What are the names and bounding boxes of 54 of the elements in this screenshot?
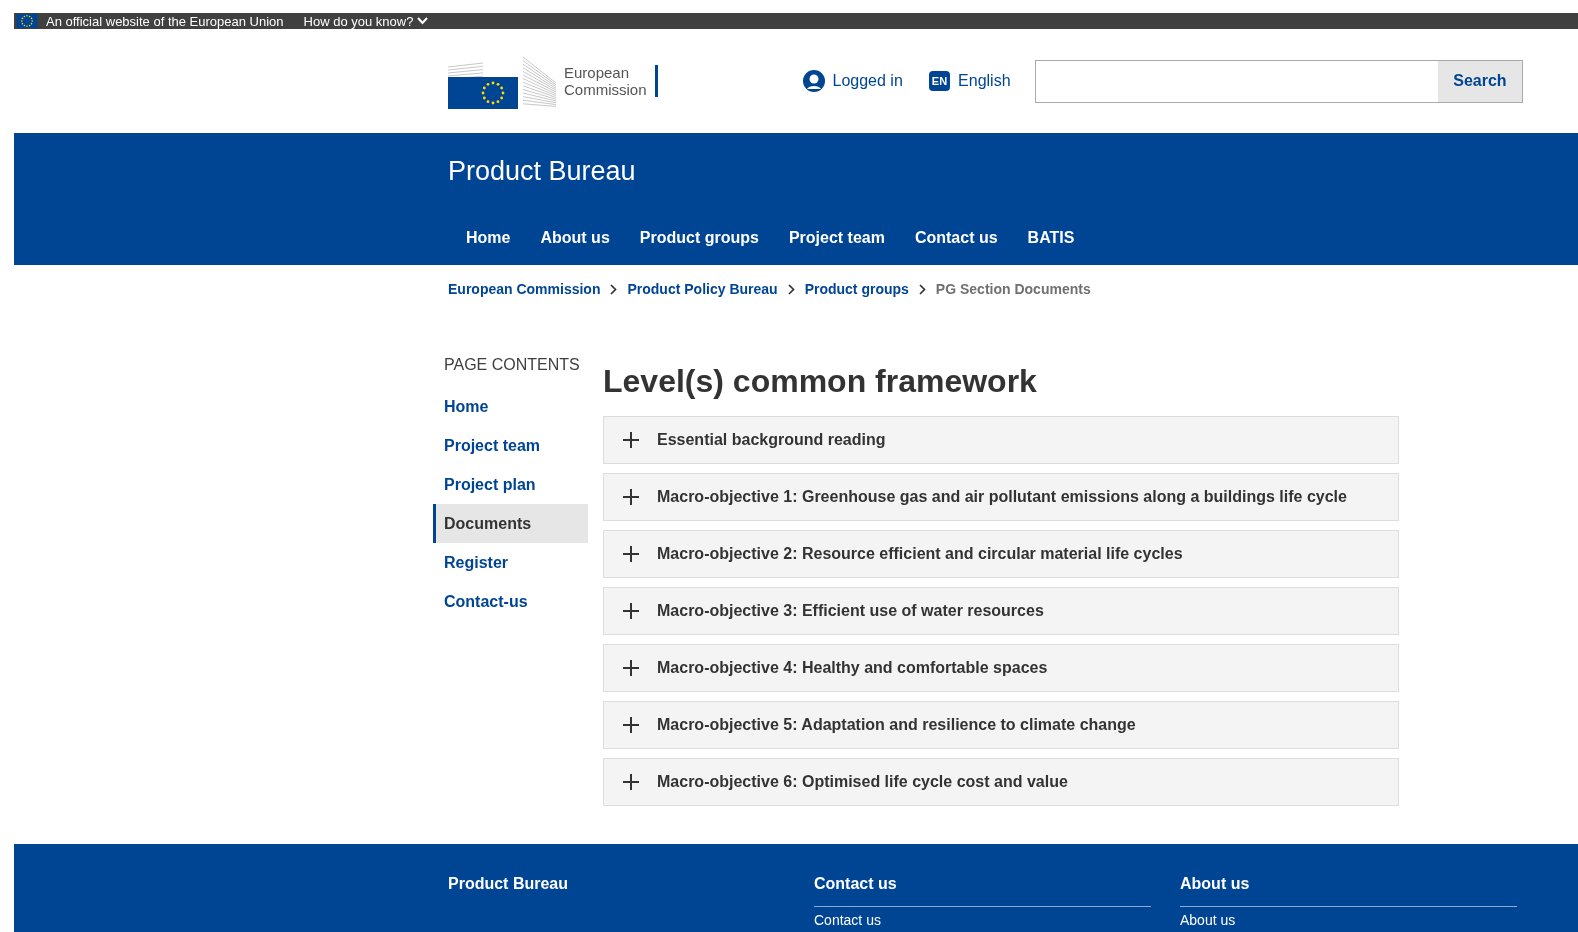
how-do-you-know-link[interactable]: How do you know? — [303, 14, 429, 28]
logo-text: European — [564, 64, 631, 81]
breadcrumb-link[interactable]: European Commission — [448, 278, 601, 300]
plus-icon — [622, 545, 640, 563]
nav-link[interactable]: BATIS — [1012, 218, 1090, 258]
page-contents-title: PAGE CONTENTS — [443, 355, 581, 375]
official-website-text: An official website of the European Union — [46, 14, 284, 28]
footer-link[interactable]: About us — [1180, 912, 1517, 928]
plus-icon — [622, 659, 640, 677]
plus-icon — [622, 431, 640, 449]
chevron-right-icon — [610, 283, 618, 295]
page-title: Level(s) common framework — [603, 362, 1038, 401]
chevron-right-icon — [918, 283, 926, 295]
breadcrumb-link[interactable]: Product Policy Bureau — [627, 278, 778, 300]
logo-text: Commission — [564, 81, 647, 98]
sidebar-item[interactable]: Contact-us — [433, 582, 588, 621]
chevron-right-icon — [787, 283, 795, 295]
accordion-header[interactable]: Macro-objective 6: Optimised life cycle cost and value — [603, 758, 1399, 806]
footer-brand: Product Bureau — [448, 874, 569, 892]
sidebar-item[interactable]: Documents — [433, 504, 588, 543]
footer-heading: About us — [1180, 872, 1517, 907]
chevron-down-icon — [417, 17, 429, 25]
commission-logo[interactable]: European Commission — [448, 53, 658, 109]
plus-icon — [622, 602, 640, 620]
accordion-header[interactable]: Macro-objective 3: Efficient use of water resources — [603, 587, 1399, 635]
plus-icon — [622, 773, 640, 791]
logged-in-link[interactable]: Logged in — [802, 69, 903, 93]
sidebar-item[interactable]: Home — [433, 387, 588, 426]
nav-link[interactable]: Product groups — [624, 218, 774, 258]
search-button[interactable]: Search — [1438, 60, 1522, 102]
accordion-header[interactable]: Macro-objective 5: Adaptation and resilience to climate change — [603, 701, 1399, 749]
accordion-header[interactable]: Macro-objective 1: Greenhouse gas and air pollutant emissions along a buildings life cycle — [603, 473, 1399, 521]
search-field[interactable]: Search — [1034, 59, 1523, 103]
site-title: Product Bureau — [448, 155, 637, 187]
accordion-header[interactable]: Macro-objective 4: Healthy and comfortable spaces — [603, 644, 1399, 692]
nav-link[interactable]: Contact us — [899, 218, 1013, 258]
sidebar-item[interactable]: Project plan — [433, 465, 588, 504]
sidebar-item[interactable]: Project team — [433, 426, 588, 465]
eu-flag-icon — [16, 14, 38, 28]
nav-link[interactable]: Project team — [773, 218, 900, 258]
language-code-badge: EN — [928, 70, 951, 92]
accordion-header[interactable]: Macro-objective 2: Resource efficient and circular material life cycles — [603, 530, 1399, 578]
language-selector[interactable]: EN English — [928, 69, 1011, 93]
nav-link[interactable]: About us — [525, 218, 625, 258]
footer-heading: Contact us — [814, 872, 1151, 907]
accordion-header[interactable]: Essential background reading — [603, 416, 1399, 464]
footer-link[interactable]: Contact us — [814, 912, 1151, 928]
breadcrumb-link[interactable]: Product groups — [804, 278, 909, 300]
plus-icon — [622, 488, 640, 506]
sidebar-item[interactable]: Register — [433, 543, 588, 582]
nav-link[interactable]: Home — [451, 218, 526, 258]
plus-icon — [622, 716, 640, 734]
breadcrumb-current: PG Section Documents — [935, 279, 1091, 299]
user-icon — [802, 70, 825, 92]
